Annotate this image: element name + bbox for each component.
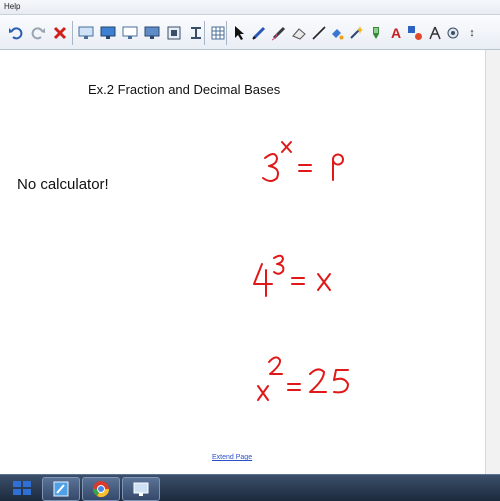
start-icon[interactable]: [6, 478, 38, 498]
page-title: Ex.2 Fraction and Decimal Bases: [88, 82, 281, 97]
creative-pen-icon[interactable]: [269, 23, 289, 43]
taskbar: [0, 474, 500, 501]
delete-icon[interactable]: [50, 23, 70, 43]
toolbar-separator: [226, 21, 227, 45]
highlighter-icon[interactable]: [366, 23, 386, 43]
toolbar-separator: [72, 21, 73, 45]
undo-icon[interactable]: [6, 23, 26, 43]
menu-bar: Help: [0, 0, 500, 15]
screen-capture-icon[interactable]: [142, 23, 162, 43]
capture-icon[interactable]: [164, 23, 184, 43]
redo-icon[interactable]: [28, 23, 48, 43]
pen-icon[interactable]: [249, 23, 269, 43]
toolbar: A ↕: [0, 15, 500, 50]
shapes-icon[interactable]: [405, 23, 425, 43]
tape-icon[interactable]: [186, 23, 206, 43]
monitor-icon[interactable]: [120, 23, 140, 43]
line-icon[interactable]: [309, 23, 329, 43]
screen-shade-icon[interactable]: [76, 23, 96, 43]
fill-icon[interactable]: [327, 23, 347, 43]
handwritten-equation-3: [257, 356, 349, 401]
menu-help[interactable]: Help: [4, 2, 20, 11]
text-icon[interactable]: A: [386, 23, 406, 43]
magic-pen-icon[interactable]: [346, 23, 366, 43]
vertical-scrollbar[interactable]: [485, 50, 500, 474]
table-icon[interactable]: [208, 23, 228, 43]
select-icon[interactable]: [229, 23, 249, 43]
more-icon[interactable]: ↕: [462, 23, 482, 43]
measurement-icon[interactable]: [425, 23, 445, 43]
full-screen-icon[interactable]: [98, 23, 118, 43]
smart-app-icon[interactable]: [122, 477, 160, 501]
instruction-text: No calculator!: [17, 176, 109, 193]
extend-page-link[interactable]: Extend Page: [212, 454, 252, 461]
notebook-page[interactable]: Ex.2 Fraction and Decimal Bases No calcu…: [0, 50, 486, 474]
handwritten-equation-2: [253, 254, 331, 297]
notebook-app-icon[interactable]: [42, 477, 80, 501]
handwritten-equation-1: [262, 141, 344, 182]
eraser-icon[interactable]: [289, 23, 309, 43]
toolbar-separator: [204, 21, 205, 45]
properties-icon[interactable]: [443, 23, 463, 43]
chrome-app-icon[interactable]: [82, 477, 120, 501]
